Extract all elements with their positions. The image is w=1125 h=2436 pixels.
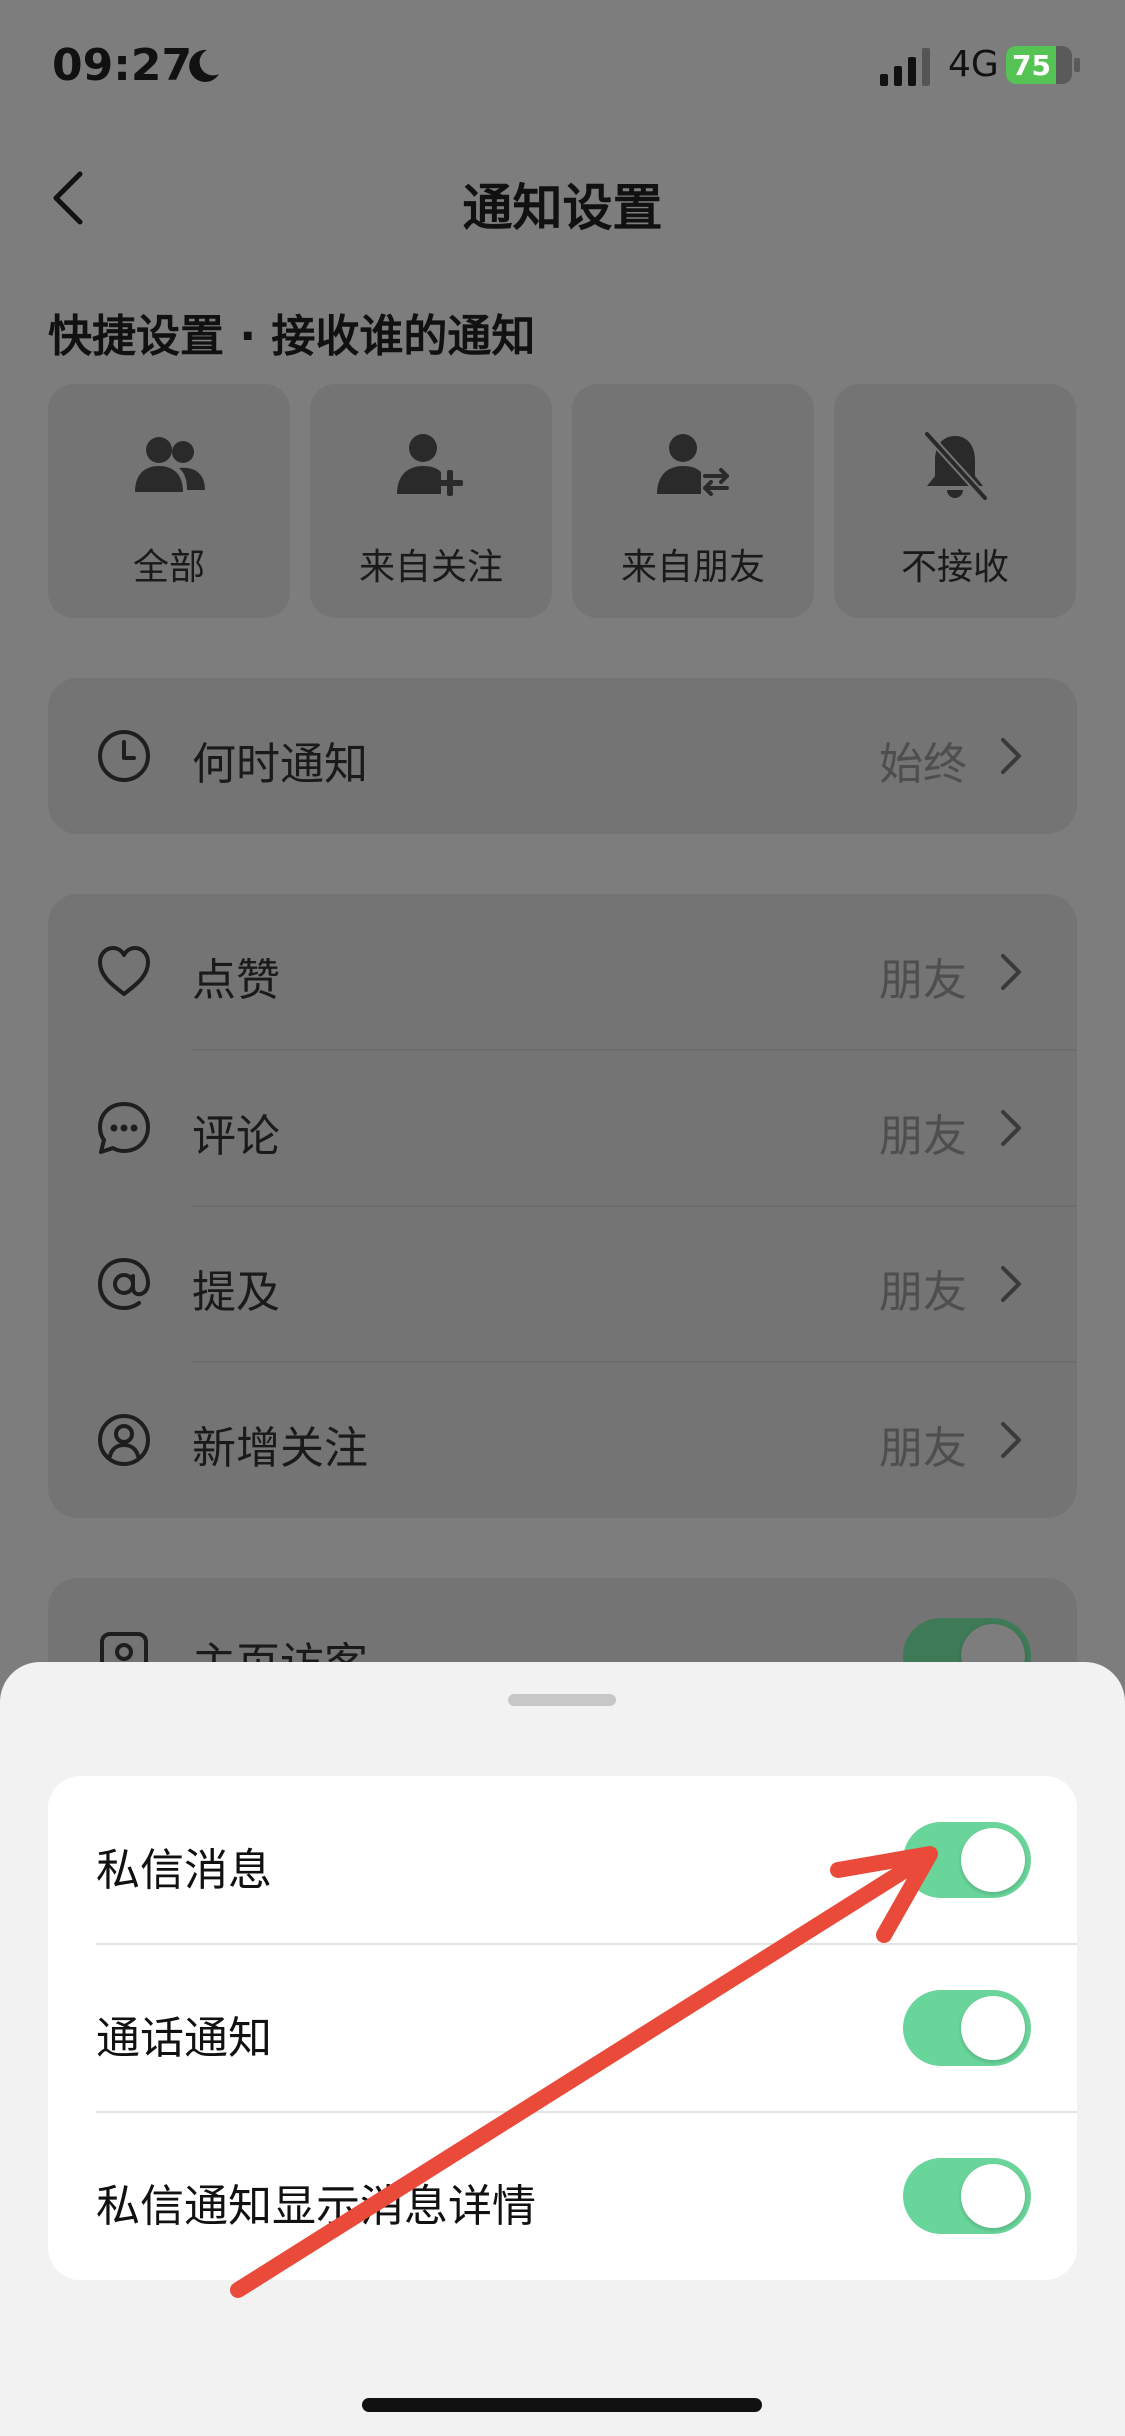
- heart-icon: [98, 946, 150, 996]
- interactions-card: 点赞 朋友 评论 朋友 提及 朋友 新增关注 朋友: [48, 894, 1077, 1518]
- sheet-card: 私信消息 通话通知 私信通知显示消息详情: [48, 1776, 1077, 2280]
- clock-icon: [98, 730, 150, 782]
- user-swap-icon: [657, 434, 729, 496]
- row-new-followers[interactable]: 新增关注 朋友: [48, 1362, 1077, 1518]
- status-time: 09:27: [52, 40, 193, 91]
- row-show-message-details: 私信通知显示消息详情: [48, 2112, 1077, 2280]
- toggle-knob: [961, 1996, 1025, 2060]
- quick-option-friends[interactable]: 来自朋友: [572, 384, 814, 618]
- comment-icon: [98, 1102, 150, 1154]
- chevron-right-icon: [1001, 954, 1021, 990]
- quick-option-label: 来自朋友: [620, 547, 765, 588]
- quick-option-all[interactable]: 全部: [48, 384, 290, 618]
- when-value: 始终: [879, 739, 967, 790]
- chevron-right-icon: [1001, 1266, 1021, 1302]
- row-label: 提及: [192, 1267, 280, 1318]
- moon-icon: [189, 49, 219, 82]
- row-value: 朋友: [879, 955, 967, 1006]
- row-value: 朋友: [879, 1423, 967, 1474]
- when-card: 何时通知 始终: [48, 678, 1077, 834]
- row-label: 通话通知: [96, 2013, 272, 2064]
- dm-toggle[interactable]: [903, 1822, 1031, 1898]
- when-row[interactable]: 何时通知 始终: [48, 678, 1077, 834]
- row-likes[interactable]: 点赞 朋友: [48, 894, 1077, 1050]
- toggle-knob: [961, 1828, 1025, 1892]
- user-circle-icon: [98, 1414, 150, 1466]
- row-label: 私信消息: [96, 1845, 272, 1896]
- details-toggle[interactable]: [903, 2158, 1031, 2234]
- quick-option-label: 全部: [132, 547, 205, 588]
- row-label: 新增关注: [192, 1423, 368, 1474]
- when-label: 何时通知: [192, 739, 368, 790]
- signal-icon: [880, 48, 930, 86]
- quick-option-label: 来自关注: [358, 547, 503, 588]
- row-call-notifications: 通话通知: [48, 1944, 1077, 2112]
- battery-percent: 75: [1012, 49, 1051, 82]
- toggle-knob: [961, 2164, 1025, 2228]
- quick-settings-label: 快捷设置 · 接收谁的通知: [48, 311, 536, 362]
- row-mentions[interactable]: 提及 朋友: [48, 1206, 1077, 1362]
- row-value: 朋友: [879, 1267, 967, 1318]
- battery-icon: 75: [1006, 46, 1080, 84]
- row-comments[interactable]: 评论 朋友: [48, 1050, 1077, 1206]
- row-label: 评论: [192, 1111, 280, 1162]
- users-icon: [135, 437, 205, 492]
- row-label: 点赞: [192, 955, 280, 1006]
- page-title: 通知设置: [462, 179, 663, 237]
- row-label: 私信通知显示消息详情: [96, 2181, 536, 2232]
- quick-option-none[interactable]: 不接收: [834, 384, 1076, 618]
- quick-option-following[interactable]: 来自关注: [310, 384, 552, 618]
- chevron-right-icon: [1001, 738, 1021, 774]
- chevron-right-icon: [1001, 1422, 1021, 1458]
- sheet-grabber[interactable]: [508, 1694, 616, 1706]
- call-toggle[interactable]: [903, 1990, 1031, 2066]
- quick-option-label: 不接收: [900, 547, 1009, 588]
- at-icon: [97, 1257, 151, 1311]
- user-plus-icon: [397, 434, 463, 496]
- chevron-right-icon: [1001, 1110, 1021, 1146]
- row-direct-messages: 私信消息: [48, 1776, 1077, 1944]
- home-indicator[interactable]: [362, 2398, 762, 2412]
- network-label: 4G: [948, 44, 999, 85]
- bell-off-icon: [923, 430, 989, 502]
- row-value: 朋友: [879, 1111, 967, 1162]
